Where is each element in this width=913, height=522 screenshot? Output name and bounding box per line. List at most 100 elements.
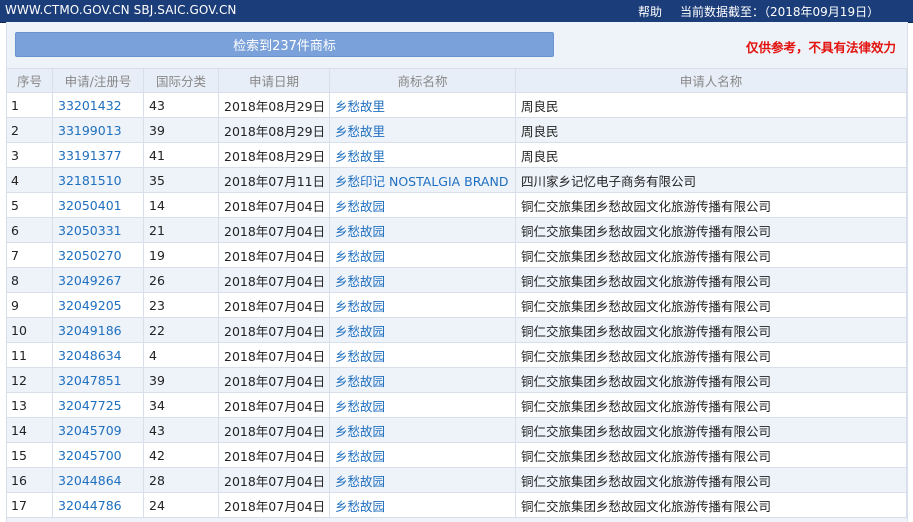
cell-intl-class: 39 (143, 367, 219, 393)
cell-trademark-name: 乡愁故园 (329, 417, 516, 443)
cell-apply-date: 2018年07月04日 (218, 492, 330, 518)
reg-number-link[interactable]: 32044864 (58, 473, 122, 488)
cell-trademark-name: 乡愁故园 (329, 292, 516, 318)
cell-applicant-name: 铜仁交旅集团乡愁故园文化旅游传播有限公司 (515, 292, 907, 318)
table-row: 10 32049186 22 2018年07月04日 乡愁故园 铜仁交旅集团乡愁故园文化旅… (6, 317, 907, 343)
trademark-name-link[interactable]: 乡愁故园 (335, 299, 385, 314)
trademark-name-link[interactable]: 乡愁故园 (335, 424, 385, 439)
reg-number-link[interactable]: 32049186 (58, 323, 122, 338)
reg-number-link[interactable]: 32050270 (58, 248, 122, 263)
cell-apply-date: 2018年07月11日 (218, 167, 330, 193)
cell-apply-date: 2018年07月04日 (218, 267, 330, 293)
result-count-button[interactable]: 检索到237件商标 (15, 32, 554, 57)
table-row: 12 32047851 39 2018年07月04日 乡愁故园 铜仁交旅集团乡愁故园文化旅… (6, 367, 907, 393)
reg-number-link[interactable]: 32049205 (58, 298, 122, 313)
reg-number-link[interactable]: 32045700 (58, 448, 122, 463)
reg-number-link[interactable]: 32047725 (58, 398, 122, 413)
cell-apply-date: 2018年07月04日 (218, 242, 330, 268)
cell-apply-date: 2018年07月04日 (218, 192, 330, 218)
trademark-name-link[interactable]: 乡愁故园 (335, 449, 385, 464)
cell-intl-class: 22 (143, 317, 219, 343)
trademark-name-link[interactable]: 乡愁故园 (335, 474, 385, 489)
cell-row-no: 16 (6, 467, 53, 493)
reg-number-link[interactable]: 33201432 (58, 98, 122, 113)
cell-trademark-name: 乡愁故园 (329, 367, 516, 393)
trademark-name-link[interactable]: 乡愁故园 (335, 274, 385, 289)
cell-applicant-name: 铜仁交旅集团乡愁故园文化旅游传播有限公司 (515, 467, 907, 493)
table-row: 6 32050331 21 2018年07月04日 乡愁故园 铜仁交旅集团乡愁故园文化旅游… (6, 217, 907, 243)
col-header-date: 申请日期 (218, 68, 330, 93)
table-row: 4 32181510 35 2018年07月11日 乡愁印记 NOSTALGIA BRA… (6, 167, 907, 193)
table-header-row: 序号 申请/注册号 国际分类 申请日期 商标名称 申请人名称 (6, 68, 907, 93)
cell-row-no: 14 (6, 417, 53, 443)
reg-number-link[interactable]: 32050331 (58, 223, 122, 238)
cell-row-no: 15 (6, 442, 53, 468)
cell-apply-date: 2018年07月04日 (218, 467, 330, 493)
col-header-no: 序号 (6, 68, 53, 93)
cell-reg-number: 32048634 (52, 342, 144, 368)
trademark-name-link[interactable]: 乡愁印记 NOSTALGIA BRAND (335, 174, 508, 189)
trademark-name-link[interactable]: 乡愁故园 (335, 249, 385, 264)
col-header-reg-no: 申请/注册号 (52, 68, 144, 93)
trademark-name-link[interactable]: 乡愁故园 (335, 224, 385, 239)
cell-trademark-name: 乡愁故园 (329, 192, 516, 218)
trademark-name-link[interactable]: 乡愁故园 (335, 374, 385, 389)
reg-number-link[interactable]: 32047851 (58, 373, 122, 388)
cell-trademark-name: 乡愁故园 (329, 242, 516, 268)
reg-number-link[interactable]: 33199013 (58, 123, 122, 138)
cell-reg-number: 32044786 (52, 492, 144, 518)
cell-reg-number: 32047851 (52, 367, 144, 393)
cell-reg-number: 33201432 (52, 92, 144, 118)
trademark-name-link[interactable]: 乡愁故园 (335, 199, 385, 214)
reg-number-link[interactable]: 32045709 (58, 423, 122, 438)
table-row: 2 33199013 39 2018年08月29日 乡愁故里 周良民 (6, 117, 907, 143)
help-link[interactable]: 帮助 (638, 3, 662, 20)
results-table: 序号 申请/注册号 国际分类 申请日期 商标名称 申请人名称 1 33201432… (6, 68, 907, 518)
trademark-name-link[interactable]: 乡愁故园 (335, 499, 385, 514)
table-row: 7 32050270 19 2018年07月04日 乡愁故园 铜仁交旅集团乡愁故园文化旅游… (6, 242, 907, 268)
reg-number-link[interactable]: 32050401 (58, 198, 122, 213)
cell-reg-number: 32049186 (52, 317, 144, 343)
trademark-name-link[interactable]: 乡愁故里 (335, 149, 385, 164)
table-row: 14 32045709 43 2018年07月04日 乡愁故园 铜仁交旅集团乡愁故园文化旅… (6, 417, 907, 443)
cell-reg-number: 32045700 (52, 442, 144, 468)
table-row: 16 32044864 28 2018年07月04日 乡愁故园 铜仁交旅集团乡愁故园文化旅… (6, 467, 907, 493)
cell-apply-date: 2018年07月04日 (218, 417, 330, 443)
cell-reg-number: 32049267 (52, 267, 144, 293)
cell-row-no: 7 (6, 242, 53, 268)
reg-number-link[interactable]: 33191377 (58, 148, 122, 163)
cell-trademark-name: 乡愁印记 NOSTALGIA BRAND (329, 167, 516, 193)
reg-number-link[interactable]: 32044786 (58, 498, 122, 513)
cell-applicant-name: 铜仁交旅集团乡愁故园文化旅游传播有限公司 (515, 217, 907, 243)
cell-intl-class: 19 (143, 242, 219, 268)
col-header-applicant: 申请人名称 (515, 68, 907, 93)
cell-trademark-name: 乡愁故里 (329, 117, 516, 143)
table-row: 9 32049205 23 2018年07月04日 乡愁故园 铜仁交旅集团乡愁故园文化旅游… (6, 292, 907, 318)
disclaimer-text: 仅供参考，不具有法律效力 (746, 40, 897, 55)
cell-reg-number: 33191377 (52, 142, 144, 168)
col-header-class: 国际分类 (143, 68, 219, 93)
cell-apply-date: 2018年07月04日 (218, 292, 330, 318)
trademark-name-link[interactable]: 乡愁故园 (335, 324, 385, 339)
cell-applicant-name: 铜仁交旅集团乡愁故园文化旅游传播有限公司 (515, 267, 907, 293)
cell-applicant-name: 铜仁交旅集团乡愁故园文化旅游传播有限公司 (515, 442, 907, 468)
cell-apply-date: 2018年08月29日 (218, 142, 330, 168)
col-header-mark-name: 商标名称 (329, 68, 516, 93)
cell-row-no: 6 (6, 217, 53, 243)
cell-row-no: 9 (6, 292, 53, 318)
cell-intl-class: 43 (143, 92, 219, 118)
cell-applicant-name: 周良民 (515, 117, 907, 143)
reg-number-link[interactable]: 32181510 (58, 173, 122, 188)
cell-applicant-name: 铜仁交旅集团乡愁故园文化旅游传播有限公司 (515, 317, 907, 343)
trademark-name-link[interactable]: 乡愁故园 (335, 399, 385, 414)
trademark-name-link[interactable]: 乡愁故里 (335, 124, 385, 139)
cell-trademark-name: 乡愁故园 (329, 342, 516, 368)
cell-intl-class: 28 (143, 467, 219, 493)
cell-intl-class: 35 (143, 167, 219, 193)
trademark-name-link[interactable]: 乡愁故里 (335, 99, 385, 114)
cell-reg-number: 32050270 (52, 242, 144, 268)
reg-number-link[interactable]: 32049267 (58, 273, 122, 288)
reg-number-link[interactable]: 32048634 (58, 348, 122, 363)
trademark-name-link[interactable]: 乡愁故园 (335, 349, 385, 364)
table-row: 15 32045700 42 2018年07月04日 乡愁故园 铜仁交旅集团乡愁故园文化旅… (6, 442, 907, 468)
